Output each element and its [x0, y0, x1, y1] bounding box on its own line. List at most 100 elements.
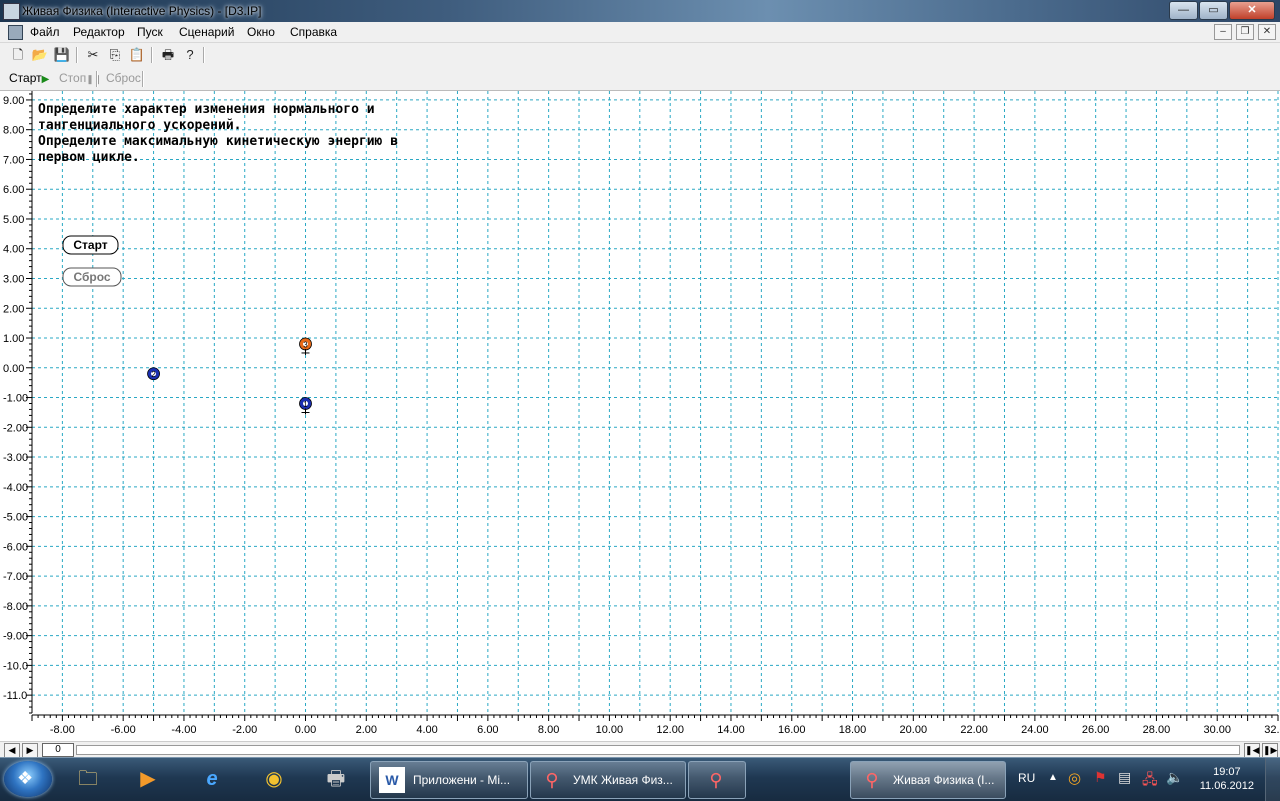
physics-point-1[interactable]: 1: [299, 397, 312, 415]
maximize-button[interactable]: ▭: [1199, 1, 1228, 20]
play-icon: ▶: [41, 74, 50, 85]
y-tick-label: -10.0: [3, 660, 28, 672]
x-tick-label: 6.00: [477, 724, 498, 736]
point-label: 3: [303, 340, 308, 349]
simulation-canvas[interactable]: 9.00 8.00 7.00 6.00 5.00 4.00 3.00 2.00 1.00 0.00…: [0, 91, 1280, 741]
new-icon[interactable]: 🗋: [9, 46, 27, 64]
x-tick-label: 30.00: [1203, 724, 1231, 736]
menu-file[interactable]: Файл: [30, 25, 60, 39]
app-icon[interactable]: [3, 3, 20, 20]
y-tick-label: -5.00: [3, 512, 28, 524]
frame-counter[interactable]: 0: [42, 743, 74, 757]
menu-run[interactable]: Пуск: [137, 25, 163, 39]
canvas-start-label: Старт: [73, 238, 107, 252]
show-hidden-icons-icon[interactable]: ▲: [1048, 772, 1058, 783]
scroll-left-button[interactable]: ◀: [4, 743, 20, 758]
physics-app-icon: ⚲: [865, 770, 879, 790]
frame-scrollbar: ◀ ▶ 0 ❚◀ ❚▶: [0, 741, 1280, 758]
menu-window[interactable]: Окно: [247, 25, 275, 39]
standard-toolbar: 🗋 📂 💾 ✂ ⎘ 📋 🖶 ?: [0, 43, 1280, 67]
paste-icon[interactable]: 📋: [128, 46, 146, 64]
minimize-button[interactable]: —: [1169, 1, 1198, 20]
windows-logo-icon: ❖: [17, 768, 34, 788]
x-tick-label: -6.00: [111, 724, 136, 736]
y-tick-label: -2.00: [3, 422, 28, 434]
y-tick-label: -4.00: [3, 482, 28, 494]
step-end-button[interactable]: ❚▶: [1262, 743, 1278, 758]
print-icon[interactable]: 🖶: [159, 46, 177, 64]
menu-edit[interactable]: Редактор: [73, 25, 125, 39]
step-forward-button[interactable]: ▶: [22, 743, 38, 758]
network-icon[interactable]: 🖧: [1142, 769, 1158, 793]
show-desktop-button[interactable]: [1265, 758, 1280, 801]
task-note[interactable]: Определите характер изменения нормальног…: [38, 102, 398, 165]
document-icon[interactable]: [8, 25, 23, 40]
copy-icon[interactable]: ⎘: [106, 46, 124, 64]
step-back-end-button[interactable]: ❚◀: [1244, 743, 1260, 758]
canvas-reset-button[interactable]: Сброс: [62, 267, 122, 287]
physics-point-3[interactable]: 3: [299, 337, 312, 355]
x-tick-label: -8.00: [50, 724, 75, 736]
language-indicator[interactable]: RU: [1018, 771, 1035, 785]
canvas-start-button[interactable]: Старт: [62, 235, 119, 255]
printer-app-icon[interactable]: 🖶: [316, 762, 356, 796]
window-controls: — ▭ ✕: [1168, 1, 1275, 20]
workspace-grid[interactable]: 9.00 8.00 7.00 6.00 5.00 4.00 3.00 2.00 1.00 0.00…: [0, 91, 1280, 741]
y-tick-label: 6.00: [3, 184, 24, 196]
x-tick-label: 18.00: [839, 724, 867, 736]
x-tick-label: 0.00: [295, 724, 316, 736]
clock[interactable]: 19:07 11.06.2012: [1200, 765, 1254, 793]
clock-time: 19:07: [1213, 766, 1241, 778]
run-stop-button[interactable]: Стоп❚❚: [59, 71, 101, 85]
cut-icon[interactable]: ✂: [84, 46, 102, 64]
menu-help[interactable]: Справка: [290, 25, 337, 39]
avast-icon[interactable]: ◎: [1068, 769, 1081, 787]
y-tick-label: 1.00: [3, 333, 24, 345]
save-icon[interactable]: 💾: [53, 46, 71, 64]
title-bar: Живая Физика (Interactive Physics) - [D3…: [0, 0, 1280, 22]
x-tick-label: 28.00: [1143, 724, 1171, 736]
physics-app-icon: ⚲: [545, 770, 559, 790]
y-tick-label: 3.00: [3, 273, 24, 285]
run-reset-button[interactable]: Сброс: [106, 71, 141, 85]
task-physics-window[interactable]: ⚲: [688, 761, 746, 799]
x-tick-label: 10.00: [596, 724, 624, 736]
open-icon[interactable]: 📂: [31, 46, 49, 64]
device-icon[interactable]: ▤: [1118, 769, 1131, 786]
chrome-icon[interactable]: ◉: [254, 762, 294, 796]
menu-script[interactable]: Сценарий: [179, 25, 234, 39]
y-tick-label: -7.00: [3, 571, 28, 583]
toolbar-separator: [142, 71, 144, 87]
doc-close-button[interactable]: ✕: [1258, 24, 1276, 40]
task-word-document[interactable]: W Приложени - Mi...: [370, 761, 528, 799]
frame-slider[interactable]: [76, 745, 1240, 755]
doc-minimize-button[interactable]: –: [1214, 24, 1232, 40]
run-start-label: Старт: [9, 71, 42, 85]
internet-explorer-icon[interactable]: e: [192, 762, 232, 796]
close-button[interactable]: ✕: [1229, 1, 1275, 20]
note-line-3: Определите максимальную кинетическую эне…: [38, 134, 398, 149]
canvas-reset-label: Сброс: [73, 270, 110, 284]
media-player-icon[interactable]: ▶: [128, 762, 168, 796]
point-label: 2: [151, 370, 156, 379]
volume-icon[interactable]: 🔈: [1166, 769, 1183, 786]
explorer-icon[interactable]: 🗀: [68, 762, 108, 796]
action-center-icon[interactable]: ⚑: [1094, 769, 1107, 786]
task-interactive-physics[interactable]: ⚲ Живая Физика (I...: [850, 761, 1006, 799]
x-tick-label: -4.00: [171, 724, 196, 736]
physics-point-2[interactable]: 2: [147, 367, 160, 381]
x-tick-label: 12.00: [656, 724, 684, 736]
y-tick-label: 7.00: [3, 154, 24, 166]
x-tick-label: 24.00: [1021, 724, 1049, 736]
run-start-button[interactable]: Старт▶: [9, 71, 49, 85]
document-controls: – ❐ ✕: [1210, 24, 1276, 40]
task-umk-physics[interactable]: ⚲ УМК Живая Физ...: [530, 761, 686, 799]
doc-restore-button[interactable]: ❐: [1236, 24, 1254, 40]
toolbar-separator: [96, 71, 98, 87]
help-icon[interactable]: ?: [181, 46, 199, 64]
taskbar: ❖ 🗀 ▶ e ◉ 🖶 W Приложени - Mi... ⚲ УМК Жи…: [0, 757, 1280, 801]
y-tick-label: -1.00: [3, 393, 28, 405]
menu-bar: Файл Редактор Пуск Сценарий Окно Справка…: [0, 22, 1280, 43]
start-button[interactable]: ❖: [4, 761, 52, 797]
window-title: Живая Физика (Interactive Physics) - [D3…: [22, 4, 262, 18]
